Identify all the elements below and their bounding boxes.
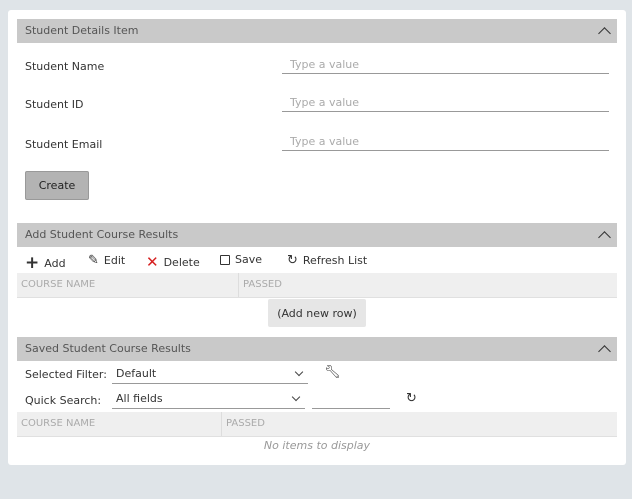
quick-search-label: Quick Search: bbox=[25, 394, 102, 407]
section-title: Add Student Course Results bbox=[25, 228, 179, 241]
filter-label: Selected Filter: bbox=[25, 368, 107, 381]
edit-button[interactable]: ✎ Edit bbox=[88, 253, 125, 268]
saved-results-grid-header: COURSE NAME PASSED bbox=[17, 412, 617, 437]
filter-value: Default bbox=[116, 367, 157, 380]
chevron-up-icon[interactable] bbox=[598, 27, 611, 40]
column-passed[interactable]: PASSED bbox=[238, 273, 282, 297]
student-name-label: Student Name bbox=[25, 60, 105, 73]
add-new-row-button[interactable]: (Add new row) bbox=[268, 299, 366, 327]
column-passed[interactable]: PASSED bbox=[221, 412, 265, 436]
student-name-input[interactable] bbox=[282, 56, 609, 74]
refresh-label: Refresh List bbox=[302, 254, 368, 267]
student-id-label: Student ID bbox=[25, 98, 84, 111]
save-button[interactable]: Save bbox=[220, 253, 262, 266]
edit-label: Edit bbox=[103, 254, 126, 267]
refresh-list-button[interactable]: ↻ Refresh List bbox=[287, 253, 367, 268]
chevron-down-icon bbox=[291, 392, 301, 402]
wrench-icon[interactable]: 🔧︎ bbox=[324, 365, 341, 380]
floppy-icon bbox=[220, 254, 230, 265]
section-title: Student Details Item bbox=[25, 24, 139, 37]
student-id-input[interactable] bbox=[282, 94, 609, 112]
column-course-name[interactable]: COURSE NAME bbox=[17, 412, 95, 436]
close-icon: ✕ bbox=[146, 253, 159, 271]
saved-results-header[interactable]: Saved Student Course Results bbox=[17, 337, 617, 361]
section-title: Saved Student Course Results bbox=[25, 342, 191, 355]
add-button[interactable]: + Add bbox=[25, 253, 66, 273]
pencil-icon: ✎ bbox=[88, 253, 99, 268]
add-results-grid-header: COURSE NAME PASSED bbox=[17, 273, 617, 298]
add-results-header[interactable]: Add Student Course Results bbox=[17, 223, 617, 247]
save-label: Save bbox=[235, 253, 263, 266]
student-email-label: Student Email bbox=[25, 138, 103, 151]
column-course-name[interactable]: COURSE NAME bbox=[17, 273, 95, 297]
refresh-icon: ↻ bbox=[287, 253, 298, 268]
delete-label: Delete bbox=[163, 255, 200, 269]
quick-search-input[interactable] bbox=[312, 391, 390, 409]
student-email-input[interactable] bbox=[282, 133, 609, 151]
chevron-up-icon[interactable] bbox=[598, 231, 611, 244]
search-scope-value: All fields bbox=[116, 392, 163, 405]
chevron-up-icon[interactable] bbox=[598, 345, 611, 358]
empty-message: No items to display bbox=[263, 439, 371, 452]
delete-button[interactable]: ✕ Delete bbox=[146, 253, 200, 271]
chevron-down-icon bbox=[294, 367, 304, 377]
filter-select[interactable]: Default bbox=[112, 366, 308, 384]
student-details-header[interactable]: Student Details Item bbox=[17, 19, 617, 43]
refresh-icon[interactable]: ↻ bbox=[406, 391, 417, 406]
plus-icon: + bbox=[25, 253, 40, 273]
add-label: Add bbox=[44, 256, 66, 270]
search-scope-select[interactable]: All fields bbox=[112, 391, 305, 409]
create-button[interactable]: Create bbox=[25, 171, 89, 200]
